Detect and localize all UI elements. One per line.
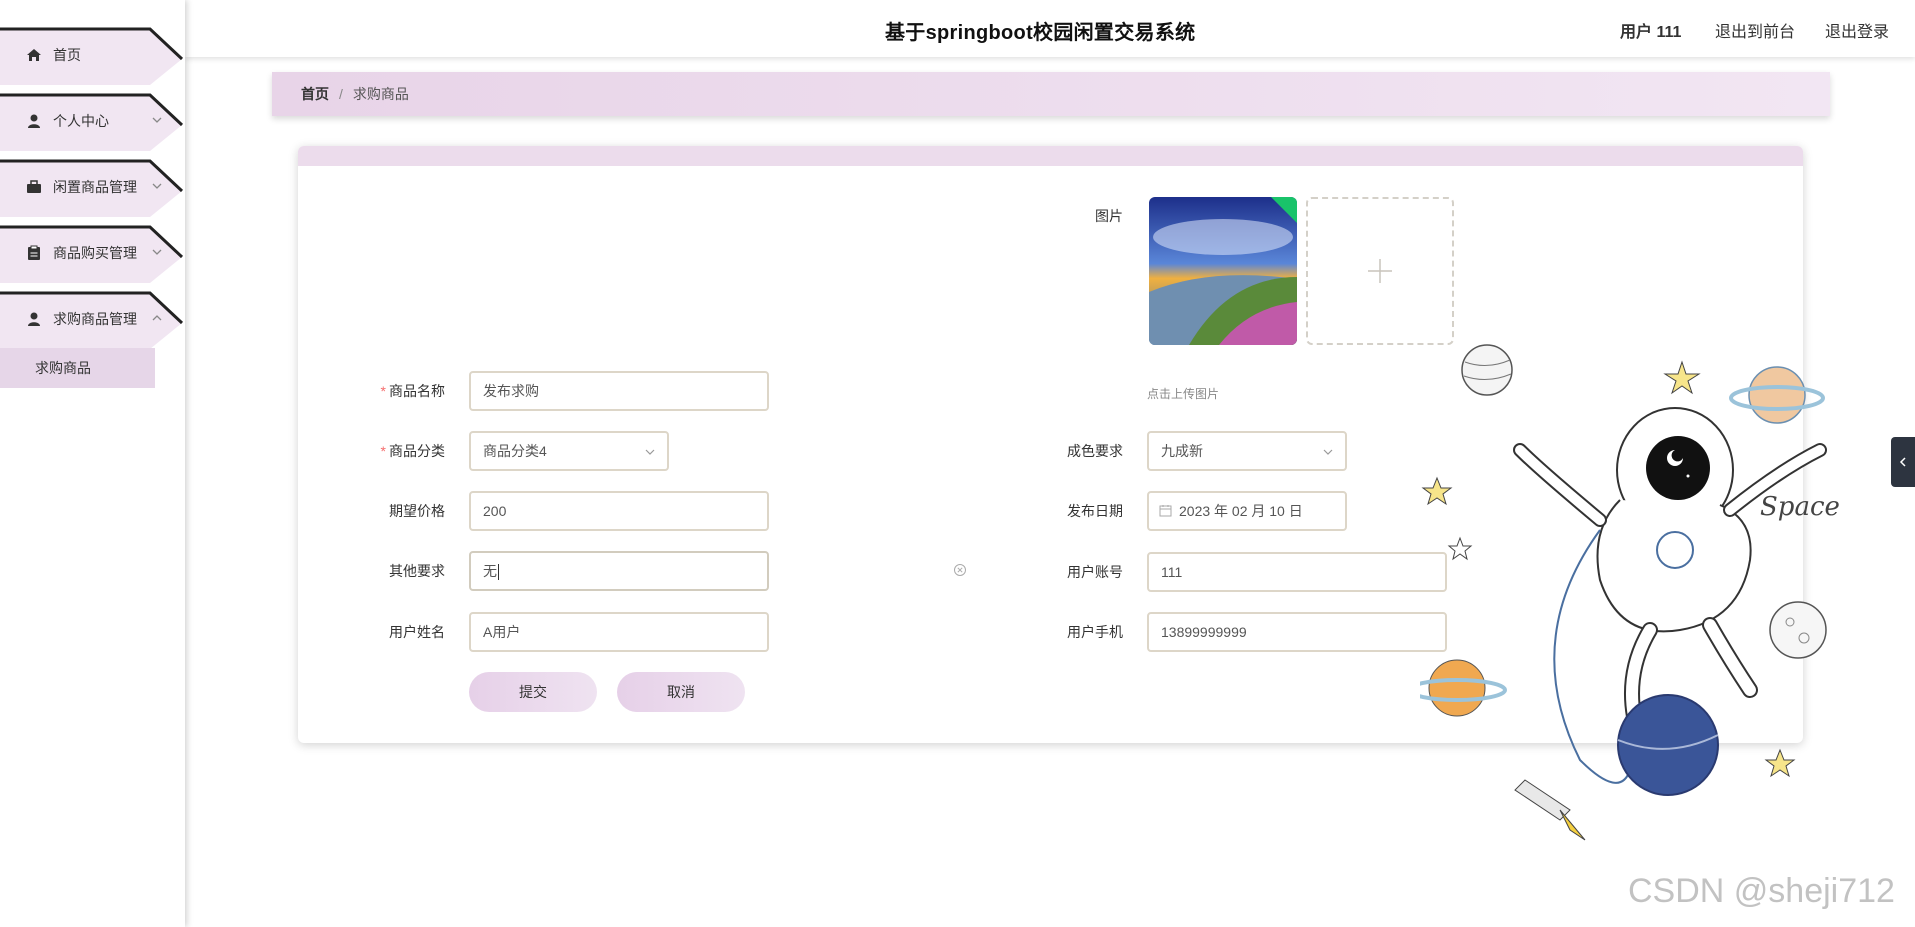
condition-select-value: 九成新 [1161, 443, 1203, 459]
sidebar-item-personal-center[interactable]: 个人中心 [0, 93, 185, 151]
text-cursor [498, 564, 499, 581]
page-title: 基于springboot校园闲置交易系统 [885, 22, 1196, 44]
chevron-up-icon [152, 315, 162, 321]
chevron-down-icon [152, 117, 162, 123]
upload-image-button[interactable] [1306, 197, 1454, 345]
chevron-down-icon [1323, 449, 1333, 455]
category-select-value: 商品分类4 [483, 443, 547, 459]
sidebar-item-label: 首页 [53, 47, 81, 63]
plus-icon [1368, 259, 1392, 283]
chevron-down-icon [152, 249, 162, 255]
username-label: 用户姓名 [389, 624, 445, 640]
image-label: 图片 [1095, 208, 1123, 224]
watermark: CSDN @sheji712 [1628, 872, 1895, 910]
submit-button[interactable]: 提交 [469, 672, 597, 712]
upload-tip: 点击上传图片 [1147, 387, 1220, 401]
user-name-input[interactable]: A用户 [469, 612, 769, 652]
required-mark: * [380, 383, 386, 399]
astronaut-illustration: Space Walk [1420, 344, 1840, 841]
price-label: 期望价格 [389, 503, 445, 519]
card-header-strip [298, 146, 1803, 166]
clear-icon[interactable] [953, 563, 967, 577]
other-requirements-input[interactable]: 无 [469, 551, 769, 591]
chevron-left-icon [1899, 457, 1906, 467]
account-label: 用户账号 [1067, 564, 1123, 580]
sidebar-item-purchase[interactable]: 商品购买管理 [0, 225, 185, 283]
other-requirements-value: 无 [483, 563, 497, 579]
breadcrumb: 首页 / 求购商品 [272, 72, 1830, 116]
other-label: 其他要求 [389, 563, 445, 579]
user-phone-input[interactable]: 13899999999 [1147, 612, 1447, 652]
chevron-down-icon [645, 449, 655, 455]
category-label: * 商品分类 [380, 443, 445, 459]
user-icon [28, 114, 40, 128]
sidebar-item-label: 求购商品管理 [53, 311, 137, 327]
goods-name-input[interactable]: 发布求购 [469, 371, 769, 411]
condition-label: 成色要求 [1067, 443, 1123, 459]
category-select[interactable]: 商品分类4 [469, 431, 669, 471]
expected-price-input[interactable]: 200 [469, 491, 769, 531]
clipboard-icon [28, 245, 40, 260]
chevron-down-icon [152, 183, 162, 189]
current-user-label: 用户 111 [1620, 24, 1682, 41]
briefcase-icon [27, 180, 41, 193]
date-label: 发布日期 [1067, 503, 1123, 519]
cancel-button[interactable]: 取消 [617, 672, 745, 712]
sidebar-item-label: 商品购买管理 [53, 245, 137, 261]
space-walk-text: Space Walk [1760, 492, 1840, 522]
publish-date-picker[interactable]: 2023 年 02 月 10 日 [1147, 491, 1347, 531]
home-icon [27, 49, 41, 61]
user-icon [28, 312, 40, 326]
breadcrumb-home[interactable]: 首页 [301, 86, 329, 102]
breadcrumb-current: 求购商品 [352, 86, 409, 102]
breadcrumb-separator: / [339, 86, 343, 102]
collapse-panel-button[interactable] [1891, 437, 1915, 487]
sidebar-item-idle-goods[interactable]: 闲置商品管理 [0, 159, 185, 217]
user-account-input[interactable]: 111 [1147, 552, 1447, 592]
publish-date-value: 2023 年 02 月 10 日 [1179, 503, 1303, 519]
back-to-front-link[interactable]: 退出到前台 [1715, 18, 1795, 42]
calendar-icon [1159, 505, 1172, 517]
sidebar-item-label: 个人中心 [53, 113, 109, 129]
top-bar: 基于springboot校园闲置交易系统 用户 111 退出到前台 退出登录 [185, 0, 1915, 57]
condition-select[interactable]: 九成新 [1147, 431, 1347, 471]
sidebar-item-label: 闲置商品管理 [53, 179, 137, 195]
sidebar: 首页 个人中心 闲置商品管理 商品购买管理 求购商品管理 求购商品 [0, 0, 185, 927]
sidebar-item-home[interactable]: 首页 [0, 27, 185, 85]
logout-link[interactable]: 退出登录 [1825, 18, 1889, 42]
phone-label: 用户手机 [1067, 624, 1123, 640]
submenu-item-wanted-goods[interactable]: 求购商品 [0, 348, 155, 388]
sidebar-item-wanted-goods[interactable]: 求购商品管理 [0, 291, 185, 349]
name-label: * 商品名称 [380, 383, 445, 399]
required-mark: * [380, 443, 386, 459]
uploaded-image[interactable] [1149, 197, 1297, 345]
